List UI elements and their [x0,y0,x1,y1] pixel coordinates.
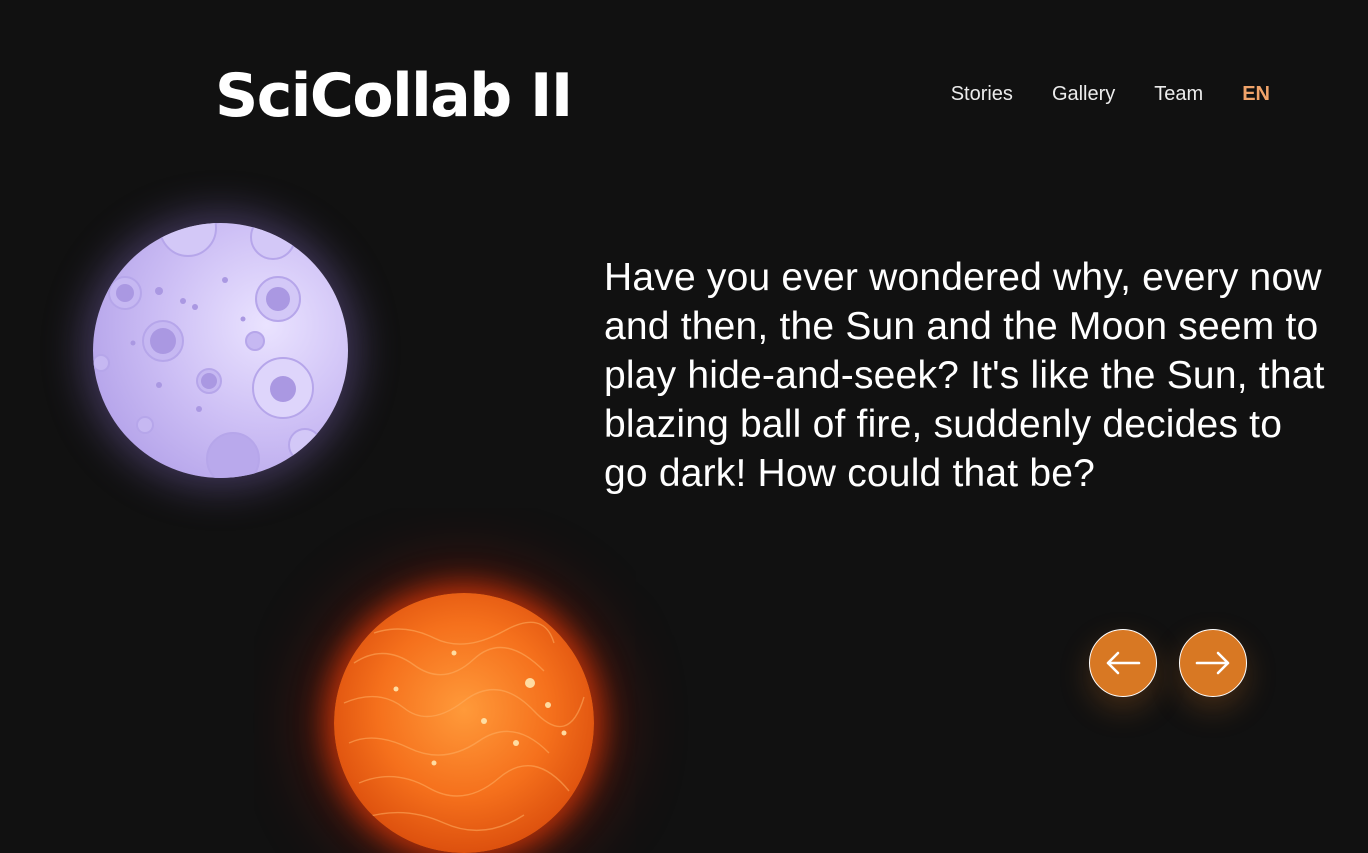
moon-craters [93,223,322,478]
site-logo[interactable]: SciCollab II [215,58,573,134]
story-paragraph: Have you ever wondered why, every now an… [604,256,1325,495]
arrow-right-icon [1195,651,1230,675]
nav-stories-link[interactable]: Stories [951,80,1013,108]
language-switch[interactable]: EN [1242,80,1270,108]
nav-team-link[interactable]: Team [1154,80,1203,108]
next-button[interactable] [1179,629,1247,697]
previous-button[interactable] [1089,629,1157,697]
arrow-left-icon [1106,651,1141,675]
moon-illustration [93,223,348,478]
sun-surface [343,621,585,832]
main-nav: Stories Gallery Team EN [951,80,1270,108]
nav-gallery-link[interactable]: Gallery [1052,80,1115,108]
sun-illustration [334,593,594,853]
